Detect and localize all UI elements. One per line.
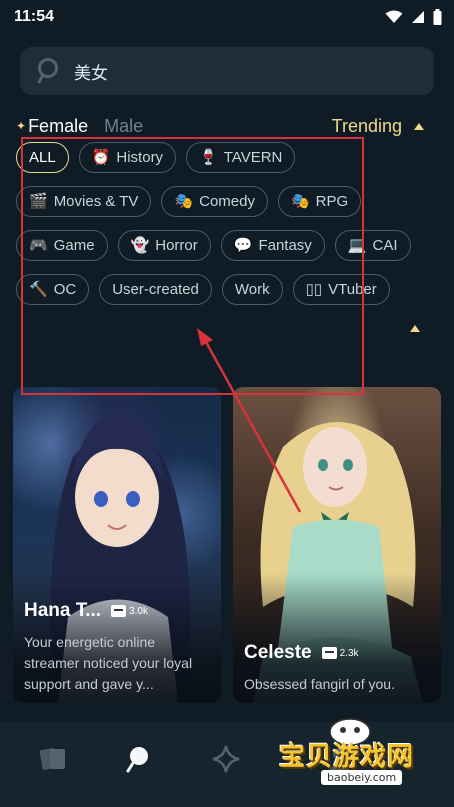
sparkle-icon: ✦	[16, 119, 27, 133]
sort-label: Trending	[331, 115, 402, 136]
sort-dropdown[interactable]: Trending	[332, 116, 438, 137]
nav-cards[interactable]	[36, 742, 70, 776]
watermark-url: baobeiy.com	[321, 770, 403, 785]
chat-icon	[321, 647, 337, 659]
signal-icon	[412, 11, 424, 23]
watermark-text: 宝贝游戏网	[279, 742, 415, 772]
card-title-row: Celeste 2.3k	[244, 642, 431, 664]
watermark: 宝贝游戏网 baobeiy.com	[276, 716, 426, 804]
wifi-icon	[385, 10, 403, 23]
chat-count-value: 2.3k	[339, 647, 359, 659]
card-name: Celeste	[244, 642, 312, 663]
tag-label: CAI	[372, 237, 398, 254]
card-info: Celeste 2.3k Obsessed fangirl of you.	[244, 642, 431, 695]
gender-male-tab[interactable]: Male	[104, 116, 143, 137]
gender-female-tab[interactable]: Female	[28, 116, 88, 137]
search-icon	[37, 58, 58, 84]
cards-icon	[39, 748, 65, 770]
filter-row: ✦ Female Male Trending	[16, 112, 438, 140]
search-icon	[126, 747, 148, 773]
character-card[interactable]: Hana T... 3.0k Your energetic online str…	[13, 387, 221, 703]
nav-explore[interactable]	[209, 742, 243, 776]
chat-icon	[111, 605, 127, 617]
status-icons	[385, 9, 442, 25]
card-info: Hana T... 3.0k Your energetic online str…	[24, 600, 211, 695]
annotation-box	[21, 137, 364, 395]
card-description: Obsessed fangirl of you.	[244, 676, 395, 692]
card-description: Your energetic online streamer noticed y…	[24, 634, 193, 692]
nav-search[interactable]	[121, 742, 155, 776]
chat-count-value: 3.0k	[129, 605, 148, 617]
chat-count: 2.3k	[321, 647, 359, 659]
character-card[interactable]: Celeste 2.3k Obsessed fangirl of you.	[233, 387, 441, 703]
search-input[interactable]: 美女	[74, 59, 108, 84]
battery-icon	[433, 9, 442, 25]
status-time: 11:54	[14, 8, 55, 25]
status-bar: 11:54	[0, 0, 454, 34]
search-bar[interactable]: 美女	[20, 47, 434, 95]
chat-count: 3.0k	[111, 605, 148, 617]
card-name: Hana T...	[24, 600, 102, 621]
card-title-row: Hana T... 3.0k	[24, 600, 211, 622]
caret-up-icon	[414, 122, 424, 130]
collapse-tags-icon[interactable]	[410, 325, 420, 332]
sparkle-icon	[212, 745, 240, 773]
